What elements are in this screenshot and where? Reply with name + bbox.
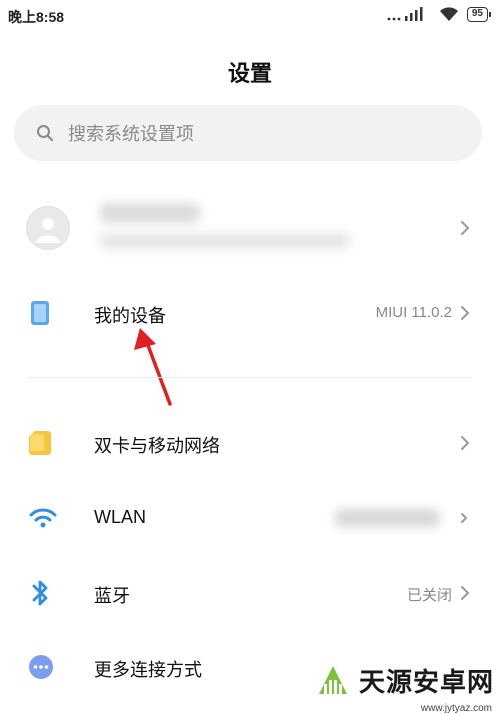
account-subtitle-blurred	[100, 233, 350, 249]
sim-card-icon	[29, 431, 51, 455]
watermark-text: 天源安卓网	[358, 666, 494, 697]
watermark-url: www.jytyaz.com	[420, 703, 492, 714]
settings-item-label: 双卡与移动网络	[94, 436, 220, 456]
settings-item-label: WLAN	[94, 507, 147, 527]
status-time: 晚上8:58	[8, 9, 65, 25]
chevron-right-icon	[461, 436, 469, 450]
status-icons: 95	[387, 6, 492, 22]
account-name-blurred	[100, 203, 200, 223]
settings-item-label: 我的设备	[94, 306, 166, 326]
status-bar: 晚上8:58 95	[0, 0, 500, 32]
settings-item-my-device[interactable]: 我的设备 MIUI 11.0.2	[0, 288, 500, 338]
settings-item-label: 更多连接方式	[94, 660, 202, 680]
settings-item-bluetooth[interactable]: 蓝牙 已关闭	[0, 568, 500, 618]
signal-icon	[387, 7, 423, 21]
bluetooth-icon	[32, 580, 48, 606]
wlan-ssid-blurred	[335, 509, 440, 527]
watermark: 天源安卓网	[313, 660, 494, 700]
chevron-right-icon	[461, 586, 469, 600]
more-dots-icon	[29, 655, 53, 679]
chevron-right-icon	[461, 221, 469, 235]
search-icon	[37, 125, 54, 142]
account-row[interactable]	[0, 193, 500, 263]
search-input[interactable]: 搜索系统设置项	[14, 105, 482, 161]
search-placeholder: 搜索系统设置项	[68, 124, 194, 144]
settings-item-value: 已关闭	[406, 587, 452, 604]
avatar	[26, 206, 70, 250]
page-title: 设置	[227, 61, 272, 86]
wifi-status-icon	[439, 7, 458, 21]
settings-item-label: 蓝牙	[94, 586, 130, 606]
chevron-right-icon	[461, 513, 467, 523]
user-icon	[36, 218, 60, 243]
wifi-icon	[29, 508, 57, 528]
tablet-icon	[31, 301, 49, 325]
android-logo-icon	[318, 666, 347, 694]
settings-item-sim-network[interactable]: 双卡与移动网络	[0, 418, 500, 468]
section-divider	[28, 377, 472, 378]
settings-item-wlan[interactable]: WLAN	[0, 493, 500, 543]
battery-indicator: 95	[466, 6, 492, 22]
settings-item-value: MIUI 11.0.2	[375, 304, 452, 321]
chevron-right-icon	[461, 306, 469, 320]
